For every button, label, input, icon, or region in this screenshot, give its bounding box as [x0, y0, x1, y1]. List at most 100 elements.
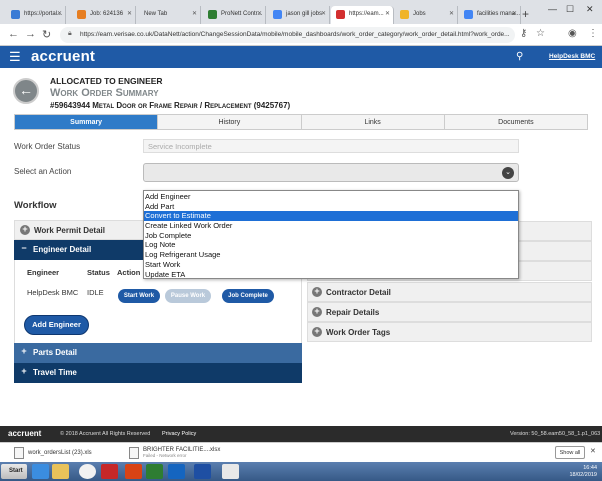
tab-favicon-icon	[11, 10, 20, 19]
explorer-icon[interactable]	[52, 464, 69, 479]
browser-tab[interactable]: New Tab ✕	[138, 6, 201, 24]
file-icon	[14, 447, 24, 459]
back-button[interactable]: ←	[13, 78, 39, 104]
work-order-status-field: Service Incomplete	[143, 139, 519, 153]
collapse-icon: −	[21, 243, 27, 253]
paint-icon[interactable]	[222, 464, 239, 479]
repair-details-row[interactable]: + Repair Details	[307, 302, 592, 322]
url-text: https://eam.verisae.co.uk/DataNett/actio…	[80, 31, 510, 38]
close-window-icon[interactable]: ✕	[586, 4, 594, 15]
tab-summary[interactable]: Summary	[15, 115, 159, 129]
browser-tab[interactable]: Jobs ✕	[395, 6, 458, 24]
profile-icon[interactable]: ◉	[568, 28, 577, 39]
start-work-button[interactable]: Start Work	[118, 289, 160, 303]
version-text: Version: 50_58.eam50_58_1.p1_063	[510, 431, 601, 437]
browser-toolbar: ← → ↻ 🔒︎ https://eam.verisae.co.uk/DataN…	[0, 24, 602, 46]
tab-favicon-icon	[400, 10, 409, 19]
forward-arrow-icon[interactable]: →	[25, 28, 36, 40]
word-icon[interactable]	[194, 464, 211, 479]
close-tab-icon[interactable]: ✕	[385, 10, 390, 17]
parts-detail-row[interactable]: + Parts Detail	[14, 343, 302, 363]
action-option-start-work[interactable]: Start Work	[144, 260, 518, 270]
tab-favicon-icon	[336, 10, 345, 19]
work-order-description: #59643944 Metal Door or Frame Repair / R…	[50, 101, 291, 110]
address-bar[interactable]: 🔒︎ https://eam.verisae.co.uk/DataNett/ac…	[60, 27, 515, 43]
system-clock[interactable]: 16:44 18/02/2019	[535, 465, 597, 478]
close-tab-icon[interactable]: ✕	[57, 10, 62, 17]
maximize-icon[interactable]: ☐	[566, 4, 574, 15]
page-title: Work Order Summary	[50, 87, 159, 99]
action-option-add-part[interactable]: Add Part	[144, 202, 518, 212]
download-item-failed[interactable]: BRIGHTER FACILITIE....xlsx Failed - Netw…	[125, 445, 240, 461]
close-tab-icon[interactable]: ✕	[321, 10, 326, 17]
user-link[interactable]: HelpDesk BMC	[549, 53, 595, 60]
expand-icon: +	[312, 327, 322, 337]
browser-tab[interactable]: https://portal... ✕	[6, 6, 66, 24]
action-option-log-note[interactable]: Log Note	[144, 240, 518, 250]
action-option-log-refrigerant-usage[interactable]: Log Refrigerant Usage	[144, 250, 518, 260]
work-order-status-heading: ALLOCATED TO ENGINEER	[50, 76, 163, 86]
action-option-create-linked-work-order[interactable]: Create Linked Work Order	[144, 221, 518, 231]
downloads-bar: work_ordersList (23).xls BRIGHTER FACILI…	[0, 442, 602, 462]
outlook-icon[interactable]	[168, 464, 185, 479]
action-option-add-engineer[interactable]: Add Engineer	[144, 192, 518, 202]
chevron-down-icon: ⌄	[502, 167, 514, 179]
work-order-tags-row[interactable]: + Work Order Tags	[307, 322, 592, 342]
app-header: ☰ accruent ⚲ HelpDesk BMC	[0, 46, 602, 68]
travel-time-row[interactable]: + Travel Time	[14, 363, 302, 383]
expand-icon: +	[20, 225, 30, 235]
footer-logo: accruent	[8, 429, 42, 438]
expand-icon: +	[21, 346, 27, 356]
action-option-job-complete[interactable]: Job Complete	[144, 231, 518, 241]
workflow-heading: Workflow	[14, 200, 57, 211]
close-tab-icon[interactable]: ✕	[512, 10, 517, 17]
privacy-policy-link[interactable]: Privacy Policy	[162, 431, 196, 437]
ie-icon[interactable]	[32, 464, 49, 479]
menu-dots-icon[interactable]: ⋮	[588, 28, 598, 39]
new-tab-icon[interactable]: +	[522, 7, 529, 21]
action-option-update-eta[interactable]: Update ETA	[144, 270, 518, 280]
close-tab-icon[interactable]: ✕	[192, 10, 197, 17]
start-button[interactable]: Start	[1, 464, 27, 479]
tab-links[interactable]: Links	[301, 115, 445, 129]
chrome-icon[interactable]	[79, 464, 96, 479]
key-icon[interactable]: ⚷	[520, 28, 527, 39]
tab-documents[interactable]: Documents	[444, 115, 587, 129]
download-item[interactable]: work_ordersList (23).xls	[10, 445, 130, 461]
contractor-detail-row[interactable]: + Contractor Detail	[307, 282, 592, 302]
browser-tab[interactable]: ProNett Contr... ✕	[203, 6, 266, 24]
close-tab-icon[interactable]: ✕	[127, 10, 132, 17]
back-arrow-icon[interactable]: ←	[8, 28, 19, 40]
file-icon	[129, 447, 139, 459]
tab-history[interactable]: History	[158, 115, 302, 129]
action-select[interactable]: ⌄	[143, 163, 519, 182]
pause-work-button[interactable]: Pause Work	[165, 289, 211, 303]
engineer-status: IDLE	[87, 288, 104, 297]
show-all-button[interactable]: Show all	[555, 446, 585, 459]
browser-tab[interactable]: facilities mana... ✕	[459, 6, 521, 24]
page-tabs: Summary History Links Documents	[14, 114, 588, 130]
star-icon[interactable]: ☆	[536, 28, 545, 39]
add-engineer-button[interactable]: Add Engineer	[24, 315, 89, 335]
close-tab-icon[interactable]: ✕	[257, 10, 262, 17]
reload-icon[interactable]: ↻	[42, 28, 51, 41]
work-order-status-label: Work Order Status	[14, 142, 81, 151]
filter-icon[interactable]: ⚲	[516, 51, 523, 62]
job-complete-button[interactable]: Job Complete	[222, 289, 274, 303]
tab-favicon-icon	[208, 10, 217, 19]
close-tab-icon[interactable]: ✕	[449, 10, 454, 17]
powerpoint-icon[interactable]	[125, 464, 142, 479]
browser-tab-active[interactable]: https://eam... ✕	[331, 6, 394, 24]
browser-tab[interactable]: jason gill jobs ✕	[268, 6, 330, 24]
excel-icon[interactable]	[146, 464, 163, 479]
acrobat-icon[interactable]	[101, 464, 118, 479]
hamburger-menu-icon[interactable]: ☰	[9, 49, 21, 65]
tab-favicon-icon	[77, 10, 86, 19]
action-option-convert-to-estimate[interactable]: Convert to Estimate	[144, 211, 518, 222]
action-dropdown-list: Add Engineer Add Part Convert to Estimat…	[143, 190, 519, 279]
expand-icon: +	[312, 307, 322, 317]
copyright-text: © 2018 Accruent All Rights Reserved	[60, 431, 151, 437]
browser-tab[interactable]: Job: 624136 ✕	[72, 6, 136, 24]
close-downloads-icon[interactable]: ✕	[590, 447, 596, 455]
minimize-icon[interactable]: —	[548, 4, 557, 14]
